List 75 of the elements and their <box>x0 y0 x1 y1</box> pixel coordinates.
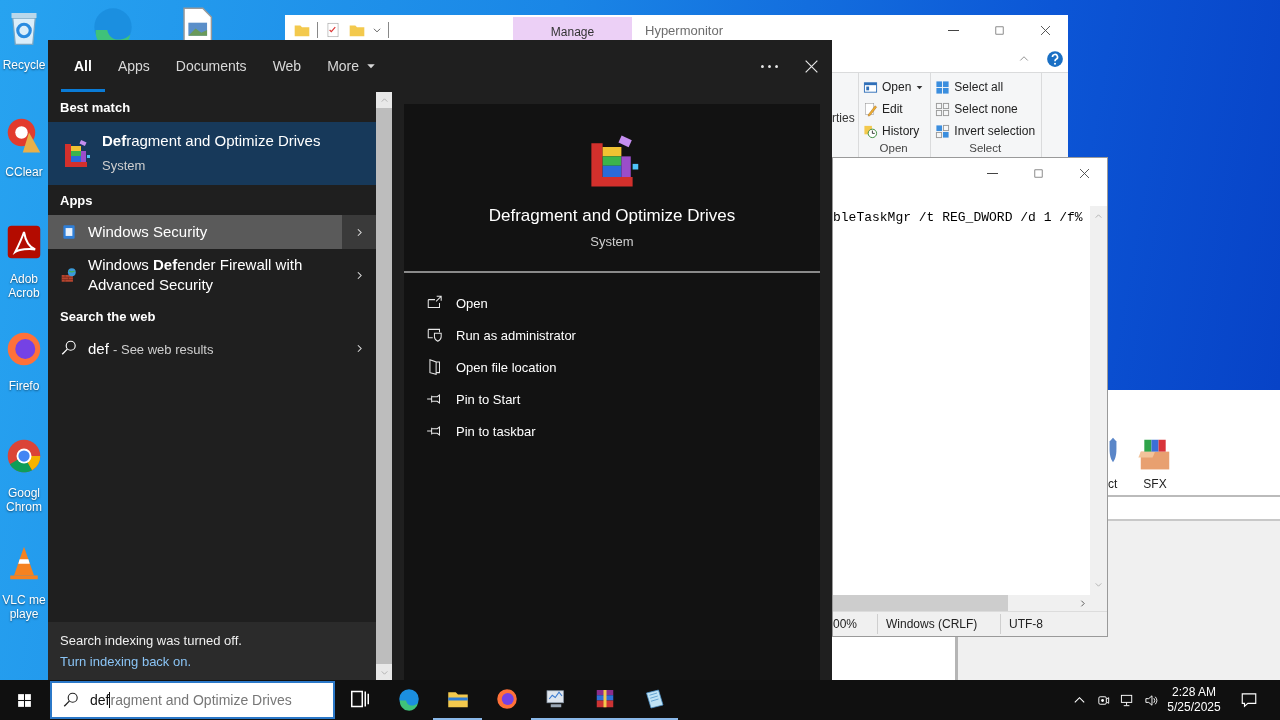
ribbon-button[interactable]: Select none <box>935 99 1036 119</box>
more-icon <box>760 64 778 68</box>
close-icon <box>1077 166 1091 180</box>
scrollbar[interactable] <box>376 92 392 680</box>
chevron-up-icon <box>379 95 389 105</box>
indexing-link[interactable]: Turn indexing back on. <box>60 654 192 669</box>
ribbon-button[interactable]: History <box>863 121 925 141</box>
network-icon <box>1119 692 1135 708</box>
expand-button[interactable] <box>342 215 376 249</box>
ribbon-button[interactable]: Invert selection <box>935 121 1036 141</box>
ribbon-button[interactable]: Open <box>863 77 925 97</box>
action-item[interactable]: Pin to Start <box>426 383 521 415</box>
clock[interactable]: 2:28 AM 5/25/2025 <box>1163 685 1225 715</box>
search-result[interactable]: Defragment and Optimize Drives System <box>48 122 376 185</box>
action-item[interactable]: Open file location <box>426 351 557 383</box>
editor-text: bleTaskMgr /t REG_DWORD /d 1 /f% <box>833 210 1083 225</box>
ribbon-tab[interactable]: Manage <box>513 17 632 40</box>
action-item[interactable]: Run as administrator <box>426 319 576 351</box>
message-icon <box>1240 691 1258 709</box>
search-result[interactable]: def - See web results <box>48 331 342 365</box>
filter-tab[interactable]: All <box>61 40 105 92</box>
group-label: Open <box>878 142 909 156</box>
action-item[interactable]: Pin to taskbar <box>426 415 536 447</box>
toolbar-button[interactable]: SFX <box>1136 435 1174 495</box>
grid-icon <box>935 101 951 117</box>
action-item[interactable]: Open <box>426 287 488 319</box>
filter-tab[interactable]: Web <box>259 40 315 92</box>
minimize-icon <box>986 172 998 174</box>
speaker-icon <box>1143 692 1159 708</box>
filter-tab[interactable]: More <box>314 40 391 92</box>
filter-tab[interactable]: Apps <box>104 40 163 92</box>
close-icon <box>1038 23 1052 37</box>
browser-icon <box>494 687 519 711</box>
chevron-down-icon <box>1094 580 1103 589</box>
chevron-up-icon <box>1094 212 1103 221</box>
browser-icon <box>396 687 421 711</box>
search-icon <box>60 339 78 357</box>
grid-icon <box>935 123 951 139</box>
status-text: Windows (CRLF) <box>886 617 978 631</box>
checklist-icon <box>324 21 342 39</box>
status-text: 00% <box>833 617 858 631</box>
app-title: Defragment and Optimize Drives <box>488 206 736 226</box>
window-icon <box>863 79 878 95</box>
search-icon <box>62 691 80 709</box>
clock-icon <box>863 123 878 139</box>
horizontal-scrollbar[interactable] <box>833 595 1107 611</box>
group-label: Select <box>968 142 1003 156</box>
ribbon-button[interactable]: Select all <box>935 77 1036 97</box>
search-result[interactable]: Windows Defender Firewall with Advanced Security <box>48 249 342 301</box>
windows-icon <box>15 691 33 709</box>
ribbon-button[interactable]: Edit <box>863 99 925 119</box>
search-field[interactable]: defragment and Optimize Drives <box>50 681 335 719</box>
indexing-notice: Search indexing was turned off. <box>60 633 243 648</box>
filter-tab[interactable]: Documents <box>162 40 260 92</box>
pencil-icon <box>863 101 878 117</box>
chevron-icon <box>1078 598 1087 608</box>
minimize-icon <box>947 29 959 31</box>
maximize-icon <box>1031 166 1045 180</box>
ribbon-label: rties <box>832 111 856 125</box>
window-shield-icon <box>426 326 444 344</box>
chevron-down-icon <box>372 25 382 35</box>
app-category: System <box>590 234 634 249</box>
maximize-icon <box>992 23 1006 37</box>
section-heading: Best match <box>59 99 132 117</box>
vertical-scrollbar[interactable] <box>1090 206 1107 595</box>
section-heading: Search the web <box>59 308 157 326</box>
section-heading: Apps <box>59 192 94 210</box>
status-text: UTF-8 <box>1009 617 1043 631</box>
help-icon <box>1046 49 1064 68</box>
toolbar-button[interactable]: ct <box>1108 435 1124 495</box>
brick-wall-icon <box>60 266 78 284</box>
grid-icon <box>935 79 951 95</box>
search-result[interactable]: Windows Security <box>48 215 342 249</box>
page-icon <box>60 223 78 241</box>
window-title: Hypermonitor <box>645 22 725 38</box>
